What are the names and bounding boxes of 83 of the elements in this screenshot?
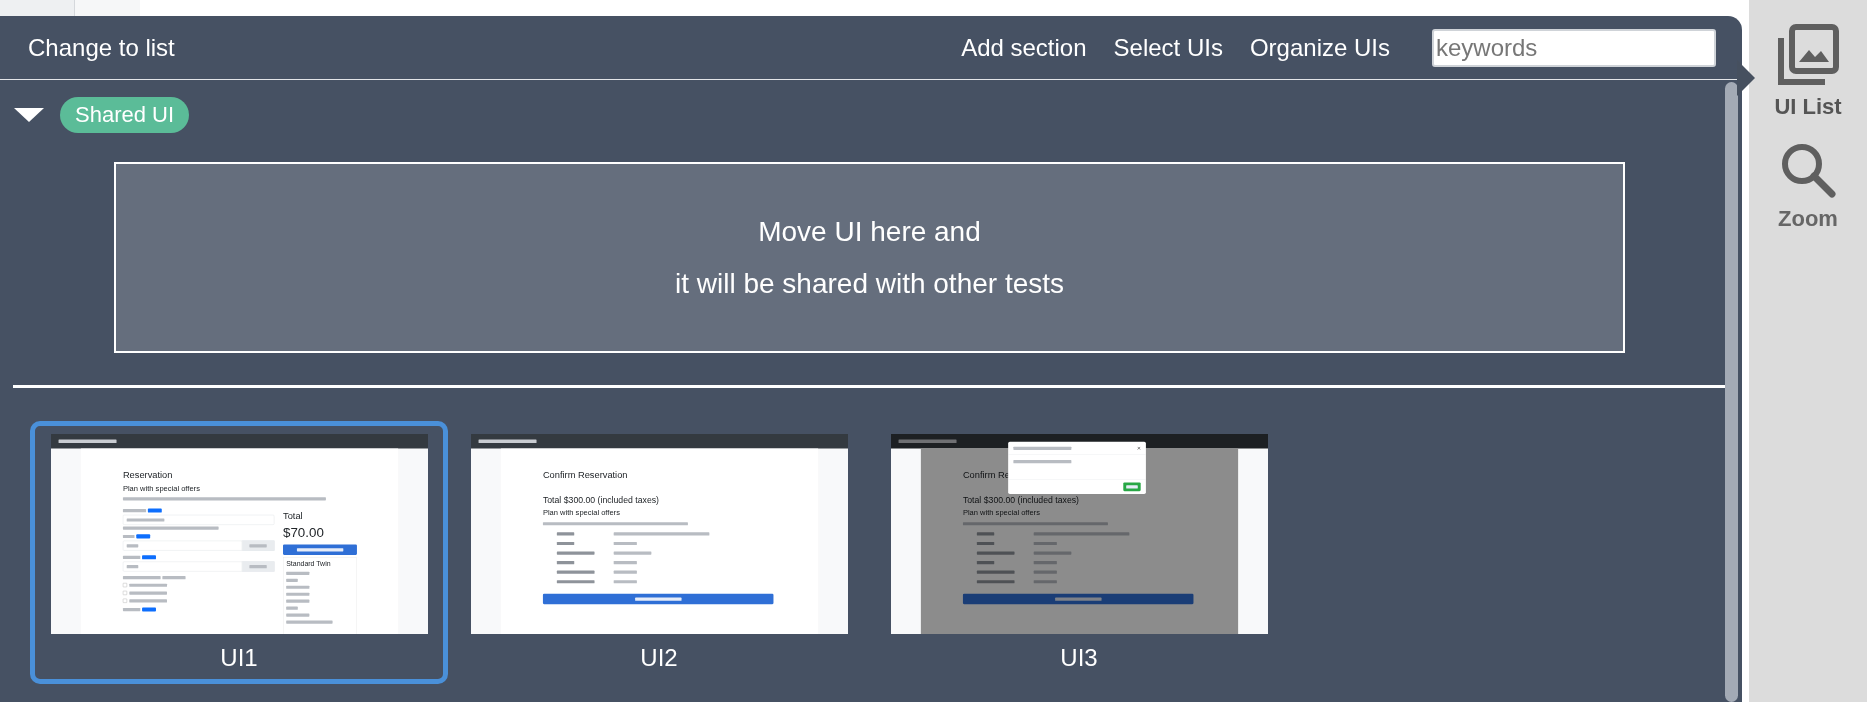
text-line bbox=[613, 570, 637, 574]
sidebar-button[interactable]: Zoom bbox=[1778, 142, 1838, 232]
text-line bbox=[556, 551, 595, 555]
total-label: Total bbox=[282, 510, 304, 522]
text-line bbox=[122, 534, 134, 538]
change-to-list-link[interactable]: Change to list bbox=[28, 33, 175, 62]
text-line bbox=[1125, 485, 1138, 489]
text-line bbox=[613, 580, 637, 584]
ui-label: UI3 bbox=[1060, 643, 1098, 673]
images-icon bbox=[1777, 24, 1839, 86]
text-line bbox=[556, 532, 574, 536]
drop-hint: it will be shared with other tests bbox=[674, 266, 1065, 301]
text-line bbox=[613, 561, 637, 565]
text-line bbox=[613, 551, 651, 555]
required-badge bbox=[147, 508, 162, 513]
text-line bbox=[613, 541, 637, 546]
text-line bbox=[285, 592, 309, 596]
text-line bbox=[285, 620, 333, 624]
search-field[interactable]: keywords bbox=[1432, 28, 1716, 67]
action-link[interactable]: Organize UIs bbox=[1249, 33, 1390, 62]
text-line bbox=[128, 599, 167, 603]
text-line bbox=[898, 439, 957, 443]
close-button[interactable] bbox=[1122, 482, 1141, 492]
text-line bbox=[976, 551, 1015, 555]
text-line bbox=[478, 439, 537, 443]
sidebar-button[interactable]: UI List bbox=[1774, 24, 1842, 120]
text-line bbox=[248, 544, 267, 548]
text-line bbox=[556, 580, 595, 584]
text-line bbox=[634, 597, 681, 601]
text-line bbox=[976, 561, 994, 565]
text-line bbox=[976, 570, 1015, 574]
text-line bbox=[1012, 446, 1071, 450]
text-line bbox=[285, 613, 309, 617]
text-line bbox=[58, 439, 117, 443]
text-line bbox=[285, 606, 298, 610]
action-link[interactable]: Select UIs bbox=[1113, 33, 1223, 62]
text-line bbox=[976, 541, 994, 546]
text-line bbox=[285, 599, 309, 603]
text-line bbox=[122, 555, 140, 559]
text-line bbox=[1012, 460, 1071, 464]
confirm-button[interactable] bbox=[282, 544, 357, 555]
text-line bbox=[1054, 597, 1101, 601]
required-badge bbox=[135, 534, 150, 539]
expand-toggle[interactable] bbox=[14, 108, 44, 122]
text-line bbox=[126, 518, 164, 522]
submit-button[interactable] bbox=[962, 593, 1193, 605]
text-line bbox=[1033, 561, 1057, 565]
text-line bbox=[1033, 570, 1057, 574]
text-line bbox=[285, 585, 309, 589]
text-line bbox=[128, 583, 167, 587]
text-line bbox=[1033, 580, 1057, 584]
total-amount: Total $300.00 (included taxes) bbox=[962, 494, 1080, 506]
section-tag: Shared UI bbox=[60, 97, 190, 133]
text-line bbox=[976, 580, 1015, 584]
text-line bbox=[556, 561, 574, 565]
text-line bbox=[976, 532, 994, 536]
text-line bbox=[556, 570, 595, 574]
text-line bbox=[285, 578, 298, 582]
total-amount: Total $300.00 (included taxes) bbox=[542, 494, 660, 506]
action-link[interactable]: Add section bbox=[961, 33, 1087, 62]
text-line bbox=[1033, 551, 1071, 555]
text-line bbox=[1033, 541, 1057, 546]
text-line bbox=[126, 544, 138, 548]
text-line bbox=[128, 591, 167, 595]
text-line bbox=[296, 548, 343, 552]
submit-button[interactable] bbox=[542, 593, 773, 605]
drop-zone[interactable]: Move UI here and it will be shared with other tests bbox=[114, 162, 1625, 353]
required-badge bbox=[141, 555, 156, 560]
search-icon bbox=[1780, 142, 1836, 198]
page-title: Confirm Reservation bbox=[542, 468, 628, 481]
ui-label: UI1 bbox=[220, 643, 258, 673]
total-amount: $70.00 bbox=[282, 524, 325, 540]
text-line bbox=[285, 571, 309, 575]
drop-hint: Move UI here and bbox=[758, 214, 981, 249]
scrollbar[interactable] bbox=[1725, 82, 1738, 702]
page-title: Reservation bbox=[122, 468, 173, 481]
text-line bbox=[122, 607, 140, 612]
text-line bbox=[556, 541, 574, 546]
ui-label: UI2 bbox=[640, 643, 678, 673]
text-line bbox=[248, 564, 267, 569]
text-line bbox=[122, 508, 146, 513]
required-badge bbox=[141, 607, 156, 612]
text-line bbox=[126, 564, 138, 569]
